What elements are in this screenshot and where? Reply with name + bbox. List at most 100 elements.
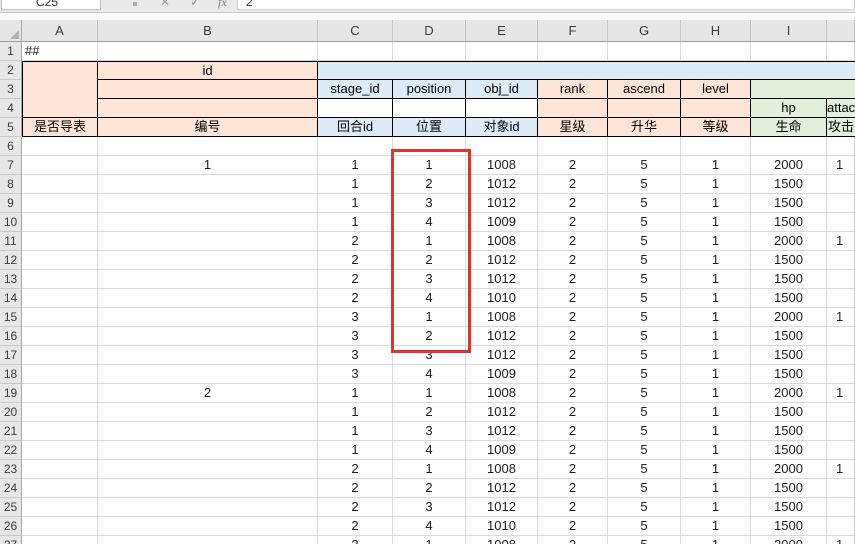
cell-g-ascend[interactable]: 5	[608, 536, 681, 544]
cell-d5-position-cn[interactable]: 位置	[393, 118, 466, 137]
cell-e-obj-id[interactable]: 1010	[466, 289, 538, 308]
cell-g1[interactable]	[608, 42, 681, 61]
cell-g-ascend[interactable]: 5	[608, 365, 681, 384]
cancel-icon[interactable]: ✕	[160, 0, 170, 9]
cell-f-rank[interactable]: 2	[538, 213, 608, 232]
insert-function-icon[interactable]: fx	[218, 0, 227, 10]
column-header-a[interactable]: A	[22, 20, 98, 41]
cell-b-number[interactable]	[98, 327, 318, 346]
cell-g3-ascend[interactable]: ascend	[608, 80, 681, 99]
column-header-c[interactable]: C	[318, 20, 393, 41]
cell-d4[interactable]	[393, 99, 466, 118]
row-number[interactable]: 14	[0, 289, 22, 308]
cell-j-attack-clipped[interactable]	[827, 422, 855, 441]
column-header-h[interactable]: H	[681, 20, 751, 41]
row-number[interactable]: 21	[0, 422, 22, 441]
cell-b-number[interactable]	[98, 137, 318, 156]
cell-g-ascend[interactable]: 5	[608, 517, 681, 536]
cell-b-number[interactable]	[98, 498, 318, 517]
cell-b-number[interactable]	[98, 289, 318, 308]
cell-b-number[interactable]	[98, 346, 318, 365]
cell-e-obj-id[interactable]: 1012	[466, 422, 538, 441]
cell-e-obj-id[interactable]: 1008	[466, 232, 538, 251]
cell-d-position[interactable]: 1	[393, 156, 466, 175]
row-number[interactable]: 2	[0, 61, 22, 80]
cell-e-obj-id[interactable]	[466, 137, 538, 156]
cell-h5-level-cn[interactable]: 等级	[681, 118, 751, 137]
cell-h-level[interactable]: 1	[681, 498, 751, 517]
cell-d-position[interactable]: 2	[393, 403, 466, 422]
column-header-g[interactable]: G	[608, 20, 681, 41]
cell-c-stage-id[interactable]	[318, 137, 393, 156]
cell-c-stage-id[interactable]: 2	[318, 498, 393, 517]
cell-c-stage-id[interactable]: 1	[318, 422, 393, 441]
cell-c-stage-id[interactable]: 3	[318, 327, 393, 346]
cell-b-number[interactable]	[98, 441, 318, 460]
cell-a[interactable]	[22, 498, 98, 517]
cell-i-hp[interactable]: 1500	[751, 213, 827, 232]
cell-c-stage-id[interactable]: 1	[318, 175, 393, 194]
cell-h-level[interactable]: 1	[681, 270, 751, 289]
cell-c-stage-id[interactable]: 3	[318, 536, 393, 544]
cell-g-ascend[interactable]: 5	[608, 384, 681, 403]
cell-h-level[interactable]: 1	[681, 175, 751, 194]
cell-d-position[interactable]: 2	[393, 327, 466, 346]
cell-f-rank[interactable]: 2	[538, 327, 608, 346]
cell-h-level[interactable]: 1	[681, 213, 751, 232]
cell-a[interactable]	[22, 175, 98, 194]
cell-h-level[interactable]: 1	[681, 517, 751, 536]
cell-a1[interactable]: ##	[22, 42, 98, 61]
cell-b-number[interactable]: 1	[98, 156, 318, 175]
cell-g-ascend[interactable]: 5	[608, 156, 681, 175]
row-number[interactable]: 23	[0, 460, 22, 479]
row-number[interactable]: 11	[0, 232, 22, 251]
cell-d-position[interactable]: 1	[393, 460, 466, 479]
cell-i-hp[interactable]: 1500	[751, 251, 827, 270]
cell-j-attack-clipped[interactable]: 1	[827, 156, 855, 175]
cell-a[interactable]	[22, 289, 98, 308]
cell-j-attack-clipped[interactable]	[827, 289, 855, 308]
column-header-j[interactable]	[827, 20, 855, 41]
row-number[interactable]: 25	[0, 498, 22, 517]
cell-e-obj-id[interactable]: 1012	[466, 498, 538, 517]
cell-d1[interactable]	[393, 42, 466, 61]
cell-f5-star-level[interactable]: 星级	[538, 118, 608, 137]
cell-h-level[interactable]: 1	[681, 384, 751, 403]
cell-a[interactable]	[22, 270, 98, 289]
cell-i-hp[interactable]: 1500	[751, 441, 827, 460]
cell-j-attack-clipped[interactable]	[827, 270, 855, 289]
cell-j-attack-clipped[interactable]	[827, 365, 855, 384]
cell-h-level[interactable]: 1	[681, 536, 751, 544]
cell-d-position[interactable]: 3	[393, 194, 466, 213]
cell-g-ascend[interactable]: 5	[608, 308, 681, 327]
column-header-f[interactable]: F	[538, 20, 608, 41]
cell-g-ascend[interactable]: 5	[608, 422, 681, 441]
cell-g-ascend[interactable]: 5	[608, 346, 681, 365]
cell-j-attack-clipped[interactable]	[827, 517, 855, 536]
cell-h-level[interactable]: 1	[681, 232, 751, 251]
cell-j-attack-clipped[interactable]	[827, 479, 855, 498]
cell-e-obj-id[interactable]: 1012	[466, 479, 538, 498]
cell-g-ascend[interactable]: 5	[608, 232, 681, 251]
cell-b-number[interactable]	[98, 251, 318, 270]
cell-f-rank[interactable]: 2	[538, 270, 608, 289]
cell-c4[interactable]	[318, 99, 393, 118]
cell-i-hp[interactable]: 1500	[751, 365, 827, 384]
cell-d-position[interactable]: 4	[393, 365, 466, 384]
cell-c-stage-id[interactable]: 1	[318, 156, 393, 175]
cell-j-attack-clipped[interactable]	[827, 137, 855, 156]
cell-c-stage-id[interactable]: 2	[318, 517, 393, 536]
column-header-i[interactable]: I	[751, 20, 827, 41]
cell-i-hp[interactable]: 2000	[751, 232, 827, 251]
cell-c-stage-id[interactable]: 1	[318, 384, 393, 403]
cell-d-position[interactable]: 1	[393, 536, 466, 544]
cell-i-hp[interactable]: 1500	[751, 422, 827, 441]
cell-h-level[interactable]: 1	[681, 422, 751, 441]
cell-g4[interactable]	[608, 99, 681, 118]
formula-input[interactable]: 2	[237, 0, 855, 10]
cell-b-number[interactable]	[98, 460, 318, 479]
cell-g-ascend[interactable]: 5	[608, 441, 681, 460]
name-box[interactable]: C25	[1, 0, 101, 10]
cell-e-obj-id[interactable]: 1012	[466, 194, 538, 213]
cell-f-rank[interactable]: 2	[538, 441, 608, 460]
